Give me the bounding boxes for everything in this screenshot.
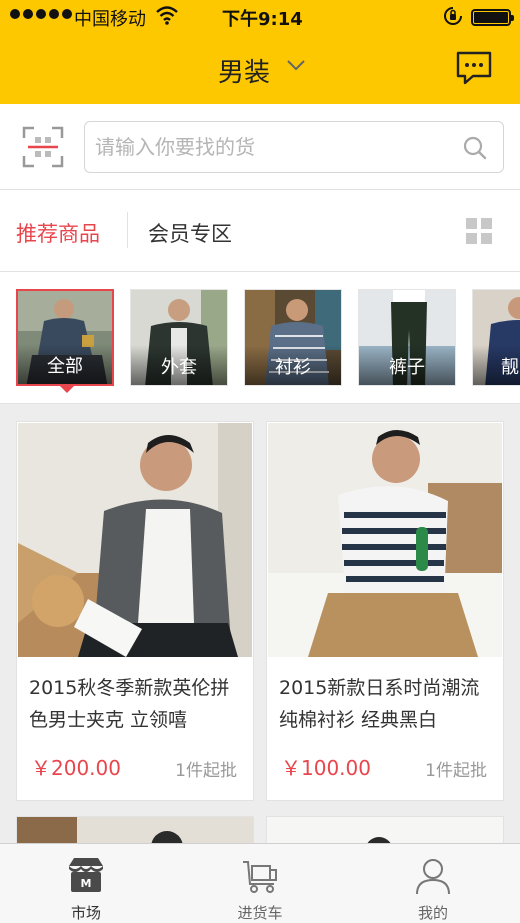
search-field[interactable] xyxy=(84,121,504,173)
tab-me[interactable]: 我的 xyxy=(373,844,493,923)
tab-members[interactable]: 会员专区 xyxy=(148,218,232,248)
search-input[interactable] xyxy=(95,132,445,162)
qr-scan-icon[interactable] xyxy=(22,126,64,168)
clock: 下午9:14 xyxy=(222,9,303,30)
product-moq: 1件起批 xyxy=(175,761,237,781)
top-header: 中国移动 下午9:14 男装 xyxy=(0,0,520,104)
signal-dots-icon xyxy=(10,9,72,19)
tab-recommended[interactable]: 推荐商品 xyxy=(16,218,100,248)
market-icon: M xyxy=(69,858,103,892)
product-photo xyxy=(268,423,502,657)
grid-view-icon[interactable] xyxy=(466,218,492,244)
category-strip: 全部 外套 衬衫 裤子 靓 xyxy=(0,272,520,404)
category-label: 靓 xyxy=(473,345,520,385)
category-all[interactable]: 全部 xyxy=(16,289,114,386)
wifi-icon xyxy=(156,6,178,25)
tab-divider xyxy=(127,212,128,248)
tab-label: 市场 xyxy=(70,904,101,922)
page-title[interactable]: 男装 xyxy=(218,52,270,89)
tab-cart[interactable]: 进货车 xyxy=(200,844,320,923)
product-title: 2015秋冬季新款英伦拼色男士夹克 立领嘻 xyxy=(29,677,230,731)
category-label: 裤子 xyxy=(359,345,455,385)
status-bar: 中国移动 下午9:14 xyxy=(0,0,520,34)
product-title: 2015新款日系时尚潮流纯棉衬衫 经典黑白 xyxy=(279,677,480,731)
search-bar xyxy=(0,104,520,190)
product-price: ￥200.00 xyxy=(31,756,121,780)
category-jacket[interactable]: 外套 xyxy=(130,289,228,386)
category-pants[interactable]: 裤子 xyxy=(358,289,456,386)
category-more[interactable]: 靓 xyxy=(472,289,520,386)
carrier-label: 中国移动 xyxy=(74,9,146,30)
product-moq: 1件起批 xyxy=(425,761,487,781)
bottom-tab-bar: M 市场 进货车 我的 xyxy=(0,843,520,923)
content-tabs: 推荐商品 会员专区 xyxy=(0,190,520,272)
message-icon[interactable] xyxy=(455,50,493,86)
category-label: 外套 xyxy=(131,345,227,385)
category-label: 衬衫 xyxy=(245,345,341,385)
product-card[interactable]: 2015新款日系时尚潮流纯棉衬衫 经典黑白 ￥100.00 1件起批 xyxy=(266,421,504,801)
tab-label: 我的 xyxy=(417,904,448,922)
tab-label: 进货车 xyxy=(237,904,283,922)
search-icon[interactable] xyxy=(463,136,487,160)
svg-text:M: M xyxy=(81,877,92,890)
product-card[interactable]: 2015秋冬季新款英伦拼色男士夹克 立领嘻 ￥200.00 1件起批 xyxy=(16,421,254,801)
cart-icon xyxy=(243,861,277,893)
product-photo xyxy=(18,423,252,657)
user-icon xyxy=(416,859,450,895)
tab-market[interactable]: M 市场 xyxy=(26,844,146,923)
product-price: ￥100.00 xyxy=(281,756,371,780)
category-shirt[interactable]: 衬衫 xyxy=(244,289,342,386)
battery-icon xyxy=(471,9,514,26)
chevron-down-icon[interactable] xyxy=(286,58,306,72)
rotation-lock-icon xyxy=(444,7,462,25)
selected-pointer xyxy=(59,385,75,393)
category-label: 全部 xyxy=(18,344,112,384)
